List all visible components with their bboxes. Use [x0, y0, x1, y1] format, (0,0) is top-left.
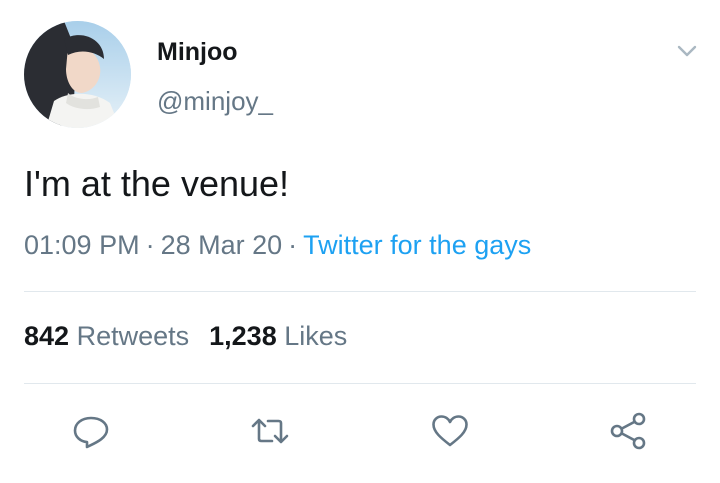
tweet-date: 28 Mar 20	[160, 230, 283, 260]
retweets-stat[interactable]: 842 Retweets	[24, 321, 189, 351]
tweet-text: I'm at the venue!	[24, 163, 290, 204]
likes-count: 1,238	[209, 321, 277, 351]
likes-stat[interactable]: 1,238 Likes	[209, 321, 347, 351]
retweet-icon	[251, 418, 289, 444]
tweet-meta: 01:09 PM · 28 Mar 20 · Twitter for the gays	[24, 230, 531, 261]
chevron-down-icon[interactable]	[674, 40, 700, 62]
tweet-source-link[interactable]: Twitter for the gays	[303, 230, 531, 260]
user-handle[interactable]: @minjoy_	[157, 86, 273, 117]
reply-button[interactable]	[70, 410, 112, 452]
retweet-button[interactable]	[249, 410, 291, 452]
tweet-time: 01:09 PM	[24, 230, 140, 260]
tweet-stats: 842 Retweets 1,238 Likes	[24, 321, 347, 352]
divider	[24, 291, 696, 292]
retweets-count: 842	[24, 321, 70, 351]
likes-label: Likes	[284, 321, 348, 351]
reply-icon	[73, 416, 109, 449]
meta-separator: ·	[145, 230, 155, 260]
retweets-label: Retweets	[76, 321, 190, 351]
like-button[interactable]	[429, 410, 471, 452]
like-icon	[432, 415, 468, 447]
share-button[interactable]	[608, 410, 650, 452]
display-name[interactable]: Minjoo	[157, 38, 238, 67]
profile-photo-icon	[24, 21, 131, 128]
avatar[interactable]	[24, 21, 131, 128]
share-icon	[610, 412, 646, 450]
meta-separator: ·	[288, 230, 298, 260]
divider	[24, 383, 696, 384]
